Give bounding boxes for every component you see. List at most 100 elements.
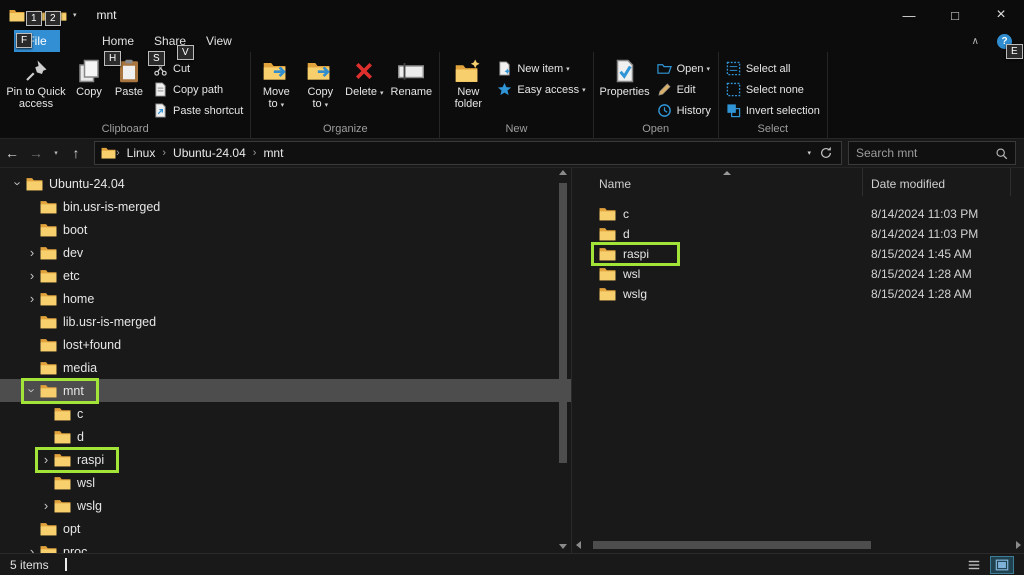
delete-button[interactable]: Delete ▾ <box>342 54 386 122</box>
keytip-home: H <box>104 51 122 66</box>
column-header-date-modified[interactable]: Date modified <box>863 168 1011 196</box>
new-folder-button[interactable]: New folder <box>443 54 493 122</box>
search-box[interactable] <box>848 141 1016 165</box>
chevron-collapsed-icon[interactable]: › <box>38 498 54 513</box>
chevron-collapsed-icon[interactable]: › <box>24 291 40 306</box>
copy-to-button-label: Copy to <box>307 86 334 110</box>
scrollbar-thumb[interactable] <box>593 541 871 549</box>
address-dropdown-icon[interactable]: ▾ <box>799 149 819 157</box>
forward-button[interactable]: → <box>24 145 48 161</box>
close-button[interactable]: × <box>978 0 1024 30</box>
list-horizontal-scrollbar[interactable] <box>576 539 1021 551</box>
edit-button[interactable]: Edit <box>657 79 711 100</box>
thumbnails-view-button[interactable] <box>990 555 1014 574</box>
tree-item-lib-usr-is-merged[interactable]: › lib.usr-is-merged <box>0 310 571 333</box>
file-row-raspi[interactable]: raspi 8/15/2024 1:45 AM <box>573 242 1024 266</box>
edit-button-label: Edit <box>676 83 696 96</box>
tree-item-wsl[interactable]: › wsl <box>0 471 571 494</box>
tree-item-ubuntu-24-04[interactable]: › Ubuntu-24.04 <box>0 172 571 195</box>
tree-item-lost-found[interactable]: › lost+found <box>0 333 571 356</box>
chevron-expanded-icon[interactable]: › <box>25 383 40 399</box>
tab-home[interactable]: Home <box>92 30 144 52</box>
move-to-button[interactable]: Move to ▾ <box>254 54 298 122</box>
keytip-view: V <box>177 45 194 60</box>
paste-shortcut-button[interactable]: Paste shortcut <box>153 100 243 121</box>
tree-item-home[interactable]: › home <box>0 287 571 310</box>
breadcrumb-item-linux[interactable]: Linux <box>120 146 163 160</box>
breadcrumb-item-ubuntu-24-04[interactable]: Ubuntu-24.04 <box>166 146 253 160</box>
tree-vertical-scrollbar[interactable] <box>557 170 569 549</box>
tree-item-mnt[interactable]: › mnt <box>0 377 571 404</box>
tab-view[interactable]: View <box>196 30 242 52</box>
minimize-button[interactable]: — <box>886 0 932 30</box>
column-header-name-label: Name <box>599 177 632 191</box>
scrollbar-track[interactable] <box>585 539 1012 551</box>
scroll-left-icon[interactable] <box>576 541 581 549</box>
tree-item-label: lost+found <box>63 337 122 352</box>
tree-item-bin-usr-is-merged[interactable]: › bin.usr-is-merged <box>0 195 571 218</box>
tree-item-wslg[interactable]: › wslg <box>0 494 571 517</box>
breadcrumb[interactable]: › Linux › Ubuntu-24.04 › mnt ▾ <box>94 141 842 165</box>
scroll-right-icon[interactable] <box>1016 541 1021 549</box>
file-row-d[interactable]: d 8/14/2024 11:03 PM <box>573 224 1024 244</box>
easy-access-button[interactable]: Easy access ▾ <box>497 79 586 100</box>
chevron-collapsed-icon[interactable]: › <box>24 245 40 260</box>
open-button[interactable]: Open ▾ <box>657 58 711 79</box>
history-icon <box>657 103 672 118</box>
tree-item-label: opt <box>63 521 81 536</box>
tree-item-proc[interactable]: › proc <box>0 540 571 553</box>
select-none-button-label: Select none <box>745 83 804 96</box>
folder-icon <box>40 315 57 329</box>
ribbon-group-clipboard: Pin to Quick access Copy Paste Cut Copy … <box>0 52 252 138</box>
move-to-button-label: Move to <box>262 86 290 110</box>
search-input[interactable] <box>856 146 995 160</box>
copy-path-button[interactable]: Copy path <box>153 79 243 100</box>
file-row-wsl[interactable]: wsl 8/15/2024 1:28 AM <box>573 264 1024 284</box>
copy-button[interactable]: Copy <box>69 54 109 122</box>
new-item-button[interactable]: New item ▾ <box>497 58 585 79</box>
tree-item-raspi[interactable]: › raspi <box>0 446 571 473</box>
scrollbar-thumb[interactable] <box>559 183 567 463</box>
maximize-button[interactable]: □ <box>932 0 978 30</box>
qat-customize-dropdown-icon[interactable]: ▾ <box>73 11 77 19</box>
collapse-ribbon-icon[interactable]: ∧ <box>972 36 979 47</box>
tree-item-dev[interactable]: › dev <box>0 241 571 264</box>
tree-item-c[interactable]: › c <box>0 402 571 425</box>
tree-item-d[interactable]: › d <box>0 425 571 448</box>
column-header-name[interactable]: Name <box>573 168 863 196</box>
up-button[interactable]: ↑ <box>64 145 88 161</box>
dropdown-icon: ▾ <box>582 86 586 94</box>
select-none-button[interactable]: Select none <box>726 79 820 100</box>
select-all-button[interactable]: Select all <box>726 58 820 79</box>
scrollbar-track[interactable] <box>557 175 569 544</box>
tree-item-boot[interactable]: › boot <box>0 218 571 241</box>
scroll-down-icon[interactable] <box>559 544 567 549</box>
cut-button[interactable]: Cut <box>153 58 243 79</box>
invert-selection-button[interactable]: Invert selection <box>726 100 820 121</box>
folder-icon <box>40 361 57 375</box>
refresh-icon[interactable] <box>819 146 833 160</box>
chevron-expanded-icon[interactable]: › <box>11 176 26 192</box>
chevron-collapsed-icon[interactable]: › <box>24 544 40 553</box>
chevron-collapsed-icon[interactable]: › <box>24 268 40 283</box>
rename-button[interactable]: Rename <box>386 54 436 122</box>
recent-locations-dropdown-icon[interactable]: ▾ <box>48 149 64 157</box>
pin-to-quick-access-button[interactable]: Pin to Quick access <box>3 54 69 122</box>
paste-shortcut-icon <box>153 103 168 118</box>
chevron-collapsed-icon[interactable]: › <box>38 452 54 467</box>
copy-to-button[interactable]: Copy to ▾ <box>298 54 342 122</box>
back-button[interactable]: ← <box>0 145 24 161</box>
properties-button[interactable]: Properties <box>597 54 653 122</box>
history-button[interactable]: History <box>657 100 711 121</box>
tree-item-media[interactable]: › media <box>0 356 571 379</box>
select-none-icon <box>726 82 741 97</box>
file-row-c[interactable]: c 8/14/2024 11:03 PM <box>573 204 1024 224</box>
details-view-button[interactable] <box>962 556 986 574</box>
paste-shortcut-button-label: Paste shortcut <box>173 104 244 117</box>
breadcrumb-item-mnt[interactable]: mnt <box>256 146 290 160</box>
tree-item-etc[interactable]: › etc <box>0 264 571 287</box>
folder-icon <box>40 200 57 214</box>
file-row-wslg[interactable]: wslg 8/15/2024 1:28 AM <box>573 284 1024 304</box>
tree-item-opt[interactable]: › opt <box>0 517 571 540</box>
folder-icon <box>40 246 57 260</box>
